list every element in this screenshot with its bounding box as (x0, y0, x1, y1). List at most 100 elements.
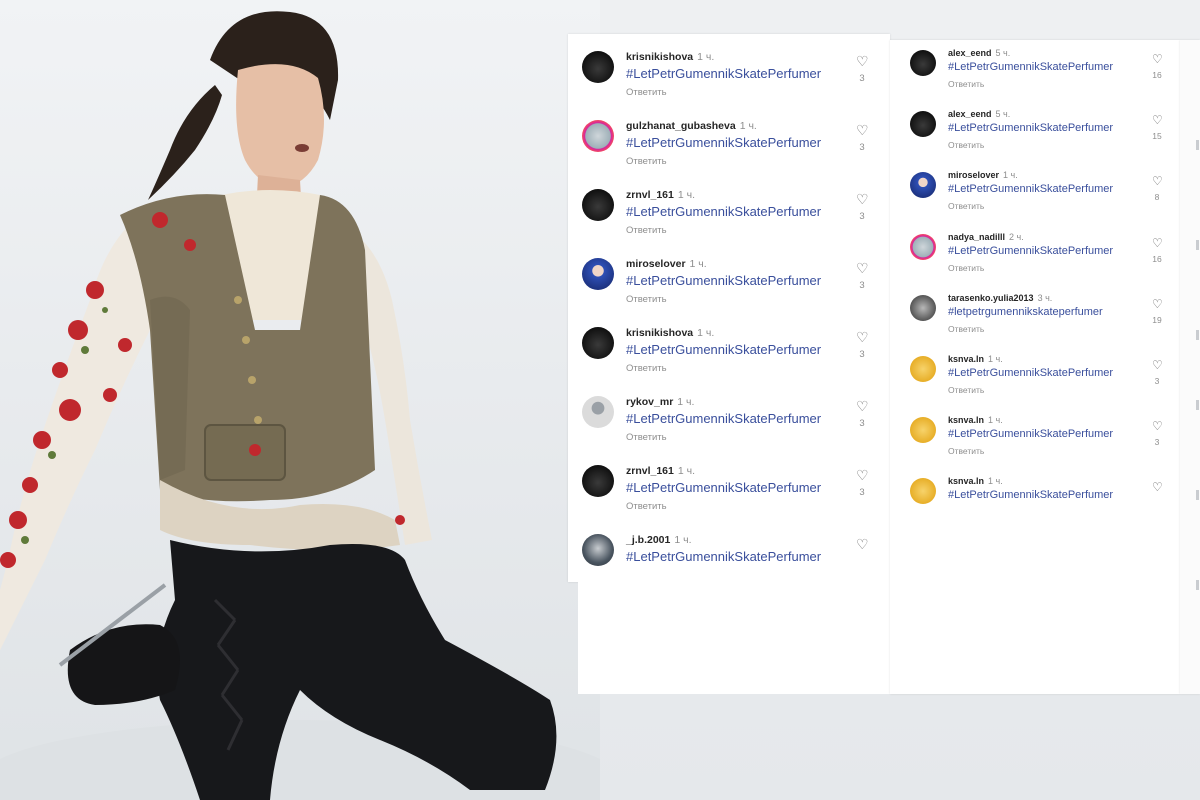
like-heart-icon[interactable]: ♡ (856, 467, 869, 484)
user-avatar[interactable] (582, 396, 614, 428)
comment-hashtag-link[interactable]: #LetPetrGumennikSkatePerfumer (626, 549, 821, 564)
comment-hashtag-link[interactable]: #letpetrgumennikskateperfumer (948, 306, 1103, 318)
comment-hashtag-link[interactable]: #LetPetrGumennikSkatePerfumer (948, 183, 1113, 195)
comment-username[interactable]: rykov_mr 1 ч. (626, 396, 694, 408)
user-avatar[interactable] (582, 534, 614, 566)
comment-username[interactable]: miroselover 1 ч. (948, 170, 1018, 180)
reply-button[interactable]: Ответить (948, 446, 984, 456)
comment-username[interactable]: gulzhanat_gubasheva 1 ч. (626, 120, 757, 132)
comment-username[interactable]: nadya_nadilll 2 ч. (948, 232, 1024, 242)
reply-button[interactable]: Ответить (948, 324, 984, 334)
username-text[interactable]: nadya_nadilll (948, 232, 1005, 242)
reply-button[interactable]: Ответить (626, 501, 667, 512)
like-heart-icon[interactable]: ♡ (856, 191, 869, 208)
like-heart-icon[interactable]: ♡ (856, 398, 869, 415)
user-avatar[interactable] (910, 50, 936, 76)
comment-hashtag-link[interactable]: #LetPetrGumennikSkatePerfumer (626, 66, 821, 81)
user-avatar[interactable] (582, 189, 614, 221)
like-heart-icon[interactable]: ♡ (856, 536, 869, 553)
comment-hashtag-link[interactable]: #LetPetrGumennikSkatePerfumer (626, 480, 821, 495)
like-heart-icon[interactable]: ♡ (1152, 113, 1163, 127)
user-avatar[interactable] (910, 417, 936, 444)
user-avatar[interactable] (910, 233, 936, 260)
username-text[interactable]: rykov_mr (626, 396, 673, 408)
comment-username[interactable]: krisnikishova 1 ч. (626, 327, 714, 339)
reply-button[interactable]: Ответить (626, 432, 667, 443)
reply-button[interactable]: Ответить (626, 225, 667, 236)
user-avatar[interactable] (582, 51, 614, 83)
reply-button[interactable]: Ответить (948, 385, 984, 395)
comment-username[interactable]: tarasenko.yulia2013 3 ч. (948, 293, 1052, 303)
comment-hashtag-link[interactable]: #LetPetrGumennikSkatePerfumer (626, 135, 821, 150)
like-count: 3 (1154, 437, 1160, 448)
comment-username[interactable]: alex_eend 5 ч. (948, 109, 1010, 119)
reply-button[interactable]: Ответить (626, 87, 667, 98)
username-text[interactable]: krisnikishova (626, 327, 693, 339)
username-text[interactable]: ksnva.ln (948, 354, 984, 364)
comment-time: 1 ч. (988, 415, 1003, 426)
like-count: 3 (859, 349, 865, 360)
like-heart-icon[interactable]: ♡ (856, 329, 869, 346)
username-text[interactable]: zrnvl_161 (626, 189, 674, 201)
comment-hashtag-link[interactable]: #LetPetrGumennikSkatePerfumer (948, 489, 1113, 501)
like-heart-icon[interactable]: ♡ (856, 260, 869, 277)
like-heart-icon[interactable]: ♡ (1152, 358, 1163, 372)
user-avatar[interactable] (582, 120, 614, 152)
reply-button[interactable]: Ответить (948, 79, 984, 89)
comment-hashtag-link[interactable]: #LetPetrGumennikSkatePerfumer (948, 367, 1113, 379)
comment-hashtag-link[interactable]: #LetPetrGumennikSkatePerfumer (626, 273, 821, 288)
comment-hashtag-link[interactable]: #LetPetrGumennikSkatePerfumer (948, 61, 1113, 73)
user-avatar[interactable] (582, 258, 614, 290)
username-text[interactable]: alex_eend (948, 109, 992, 119)
reply-button[interactable]: Ответить (626, 156, 667, 167)
username-text[interactable]: ksnva.ln (948, 476, 984, 486)
comment-username[interactable]: ksnva.ln 1 ч. (948, 476, 1003, 486)
comment-username[interactable]: ksnva.ln 1 ч. (948, 415, 1003, 425)
like-heart-icon[interactable]: ♡ (1152, 236, 1163, 250)
reply-button[interactable]: Ответить (948, 263, 984, 273)
reply-button[interactable]: Ответить (948, 201, 984, 211)
like-heart-icon[interactable]: ♡ (1152, 480, 1163, 494)
like-heart-icon[interactable]: ♡ (1152, 297, 1163, 311)
like-heart-icon[interactable]: ♡ (1152, 52, 1163, 66)
comment-hashtag-link[interactable]: #LetPetrGumennikSkatePerfumer (626, 342, 821, 357)
comment-username[interactable]: krisnikishova 1 ч. (626, 51, 714, 63)
comment-hashtag-link[interactable]: #LetPetrGumennikSkatePerfumer (948, 428, 1113, 440)
username-text[interactable]: alex_eend (948, 48, 992, 58)
user-avatar[interactable] (910, 478, 936, 505)
reply-button[interactable]: Ответить (948, 140, 984, 150)
comment-time: 1 ч. (689, 258, 707, 270)
like-heart-icon[interactable]: ♡ (856, 122, 869, 139)
username-text[interactable]: tarasenko.yulia2013 (948, 293, 1034, 303)
username-text[interactable]: miroselover (948, 170, 999, 180)
user-avatar[interactable] (910, 294, 936, 321)
comment-username[interactable]: zrnvl_161 1 ч. (626, 465, 695, 477)
comment-username[interactable]: _j.b.2001 1 ч. (626, 534, 692, 546)
comment-time: 2 ч. (1009, 231, 1024, 242)
comment-username[interactable]: ksnva.ln 1 ч. (948, 354, 1003, 364)
like-heart-icon[interactable]: ♡ (1152, 174, 1163, 188)
username-text[interactable]: _j.b.2001 (626, 534, 670, 546)
comment-username[interactable]: zrnvl_161 1 ч. (626, 189, 695, 201)
comment-hashtag-link[interactable]: #LetPetrGumennikSkatePerfumer (948, 245, 1113, 257)
like-heart-icon[interactable]: ♡ (1152, 419, 1163, 433)
user-avatar[interactable] (582, 465, 614, 497)
comment-username[interactable]: miroselover 1 ч. (626, 258, 707, 270)
username-text[interactable]: krisnikishova (626, 51, 693, 63)
username-text[interactable]: zrnvl_161 (626, 465, 674, 477)
skater-photo (0, 0, 600, 800)
user-avatar[interactable] (910, 111, 936, 138)
reply-button[interactable]: Ответить (626, 294, 667, 305)
username-text[interactable]: ksnva.ln (948, 415, 984, 425)
user-avatar[interactable] (910, 356, 936, 382)
username-text[interactable]: gulzhanat_gubasheva (626, 120, 736, 132)
comment-hashtag-link[interactable]: #LetPetrGumennikSkatePerfumer (948, 122, 1113, 134)
comment-username[interactable]: alex_eend 5 ч. (948, 48, 1010, 58)
comment-hashtag-link[interactable]: #LetPetrGumennikSkatePerfumer (626, 204, 821, 219)
user-avatar[interactable] (582, 327, 614, 359)
user-avatar[interactable] (910, 172, 936, 199)
username-text[interactable]: miroselover (626, 258, 686, 270)
comment-hashtag-link[interactable]: #LetPetrGumennikSkatePerfumer (626, 411, 821, 426)
reply-button[interactable]: Ответить (626, 363, 667, 374)
like-heart-icon[interactable]: ♡ (856, 53, 869, 70)
